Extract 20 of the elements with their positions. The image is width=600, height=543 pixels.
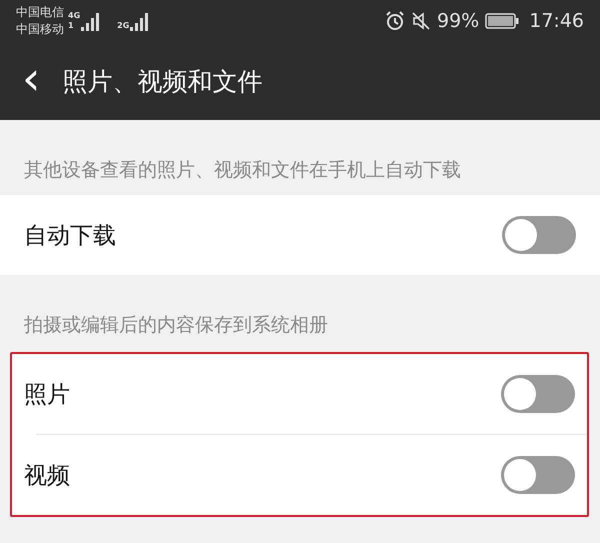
battery-percent: 99% <box>437 10 480 32</box>
alarm-icon <box>385 11 405 31</box>
back-button[interactable]: ‹ <box>18 55 44 107</box>
carrier-name: 中国电信 <box>16 4 64 21</box>
network-type: 4G <box>68 11 80 21</box>
sim-number: 1 <box>68 21 75 31</box>
carrier-name: 中国移动 <box>16 21 64 38</box>
section-caption: 拍摄或编辑后的内容保存到系统相册 <box>23 313 329 338</box>
toggle-switch[interactable] <box>502 216 576 254</box>
page-title: 照片、视频和文件 <box>62 66 262 98</box>
setting-label: 照片 <box>24 380 70 410</box>
toggle-switch[interactable] <box>501 375 575 413</box>
setting-label: 视频 <box>24 462 70 490</box>
mute-icon <box>411 11 431 31</box>
section-caption: 其他设备查看的照片、视频和文件在手机上自动下载 <box>23 158 462 183</box>
setting-label: 自动下载 <box>24 222 116 250</box>
clock-time: 17:46 <box>529 10 584 32</box>
toggle-switch[interactable] <box>501 456 575 494</box>
battery-icon <box>485 13 520 29</box>
network-type: 2G <box>117 21 130 31</box>
